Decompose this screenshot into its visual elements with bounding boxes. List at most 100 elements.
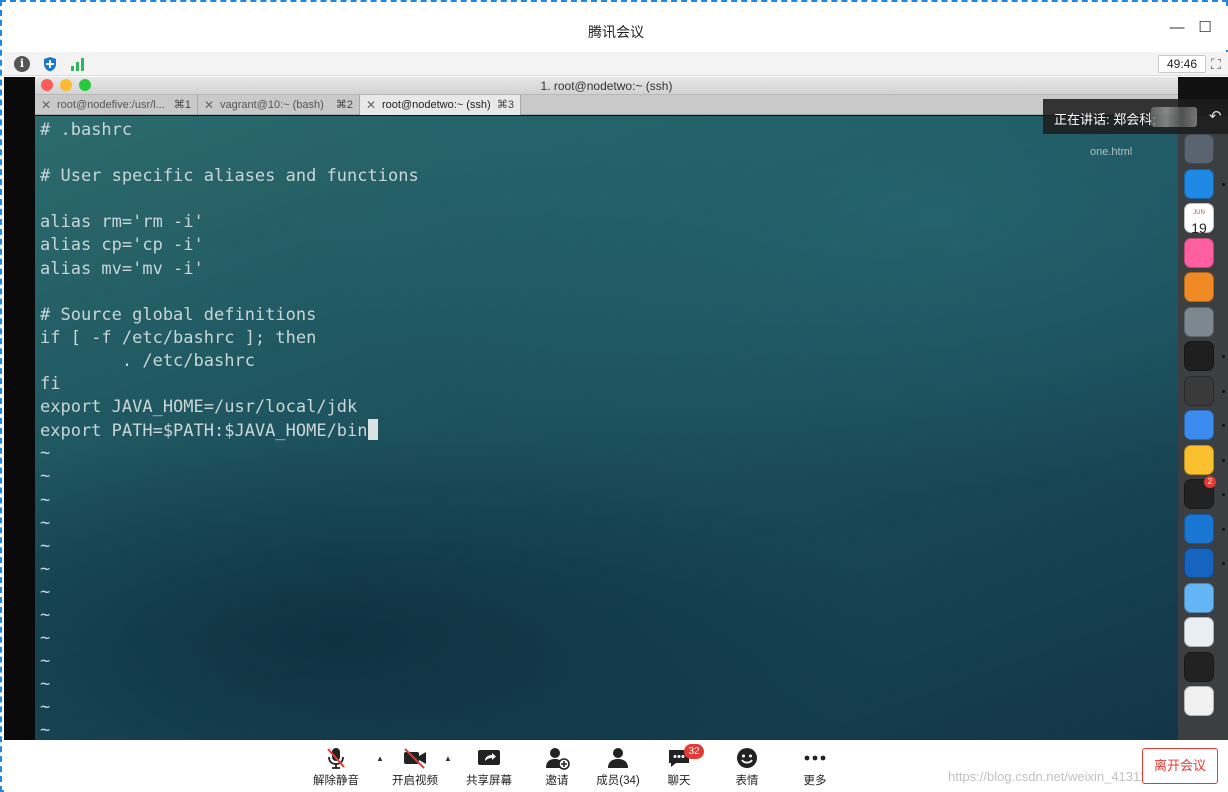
qq-badge: 2 bbox=[1204, 476, 1216, 488]
running-indicator bbox=[1222, 562, 1225, 565]
terminal-tab-bar: ✕ root@nodefive:/usr/l... ⌘1 ✕ vagrant@1… bbox=[35, 95, 1178, 115]
calendar-icon[interactable]: JUN 19 bbox=[1184, 203, 1214, 235]
members-icon bbox=[608, 748, 628, 768]
terminal-tab-3: ✕ root@nodetwo:~ (ssh) ⌘3 bbox=[360, 95, 521, 115]
maximize-button[interactable]: ☐ bbox=[1195, 18, 1215, 38]
emoji-label: 表情 bbox=[735, 775, 759, 787]
downloads-folder-icon[interactable] bbox=[1184, 582, 1214, 613]
tab-label: vagrant@10:~ (bash) bbox=[220, 99, 324, 111]
chat-button[interactable]: 32 聊天 bbox=[644, 744, 714, 790]
csdn-watermark: https://blog.csdn.net/weixin_41311626 bbox=[948, 769, 1169, 784]
terminal-line: ~ bbox=[40, 581, 51, 602]
tab-close-icon: ✕ bbox=[204, 98, 215, 112]
members-button[interactable]: 成员(34) bbox=[583, 744, 653, 790]
mac-dock: JUN 19 2 bbox=[1178, 116, 1228, 740]
system-preferences-icon[interactable] bbox=[1184, 306, 1214, 337]
feishu-icon[interactable] bbox=[1184, 410, 1214, 440]
tencent-meeting-icon[interactable] bbox=[1184, 513, 1214, 544]
itunes-icon[interactable] bbox=[1184, 237, 1214, 268]
terminal-line: # User specific aliases and functions bbox=[40, 166, 419, 187]
network-signal-icon[interactable] bbox=[70, 56, 86, 72]
terminal-line: ~ bbox=[40, 512, 51, 533]
screen-letterbox bbox=[4, 77, 35, 740]
info-icon[interactable]: i bbox=[14, 56, 30, 72]
running-indicator bbox=[1222, 355, 1225, 358]
unmute-label: 解除静音 bbox=[313, 775, 359, 787]
terminal-line: export JAVA_HOME=/usr/local/jdk bbox=[40, 397, 358, 418]
terminal-content: # .bashrc # User specific aliases and fu… bbox=[35, 116, 1178, 740]
tab-label: root@nodefive:/usr/l... bbox=[57, 99, 165, 111]
meeting-toolbar: 解除静音 ▲ 开启视频 ▲ 共享屏幕 邀请 成员(34) 32 聊天 表情 更多… bbox=[4, 740, 1228, 792]
start-video-label: 开启视频 bbox=[392, 775, 438, 787]
terminal-icon[interactable] bbox=[1184, 341, 1214, 371]
unmute-button[interactable]: 解除静音 bbox=[301, 744, 371, 790]
chrome-icon[interactable] bbox=[1184, 444, 1214, 475]
shield-icon[interactable] bbox=[42, 56, 58, 72]
window-title: 腾讯会议 bbox=[588, 24, 644, 40]
microphone-muted-icon bbox=[327, 748, 345, 769]
launchpad-icon[interactable] bbox=[1184, 134, 1214, 164]
chat-unread-badge: 32 bbox=[684, 744, 704, 759]
sublime-text-icon[interactable] bbox=[1184, 375, 1214, 406]
speaker-avatar-blur bbox=[1151, 107, 1197, 127]
active-speaker-banner: 正在讲话: 郑会科; ↶ bbox=[1043, 99, 1228, 134]
video-options-arrow[interactable]: ▲ bbox=[444, 754, 452, 763]
invite-button[interactable]: 邀请 bbox=[522, 744, 592, 790]
terminal-line: . /etc/bashrc bbox=[40, 350, 255, 371]
invite-label: 邀请 bbox=[545, 775, 569, 787]
terminal-window-title: 1. root@nodetwo:~ (ssh) bbox=[540, 79, 673, 93]
safari-icon[interactable] bbox=[1184, 168, 1214, 199]
vim-buffer: # .bashrc # User specific aliases and fu… bbox=[40, 119, 419, 740]
calendar-month: JUN bbox=[1193, 210, 1205, 216]
terminal-line: export PATH=$PATH:$JAVA_HOME/bin bbox=[40, 419, 419, 442]
ibooks-icon[interactable] bbox=[1184, 272, 1214, 302]
tab-close-icon: ✕ bbox=[366, 98, 377, 112]
running-indicator bbox=[1222, 493, 1225, 496]
desktop-file-label: one.html bbox=[1090, 146, 1133, 158]
running-indicator bbox=[1222, 527, 1225, 531]
more-button[interactable]: 更多 bbox=[780, 744, 850, 790]
tab-shortcut: ⌘3 bbox=[496, 99, 514, 111]
speaker-label: 正在讲话: 郑会科; bbox=[1054, 112, 1156, 127]
share-screen-button[interactable]: 共享屏幕 bbox=[454, 744, 524, 790]
tencent-meeting-window: 腾讯会议 — ☐ i 49:46 ⛶ 1. root@nodetwo:~ (ss… bbox=[0, 0, 1228, 792]
running-indicator bbox=[1222, 389, 1225, 393]
terminal-line: ~ bbox=[40, 443, 51, 464]
invite-user-icon bbox=[546, 748, 570, 770]
terminal-line: alias rm='rm -i' bbox=[40, 212, 204, 233]
terminal-line: # Source global definitions bbox=[40, 304, 317, 325]
meeting-timer: 49:46 bbox=[1158, 55, 1206, 73]
fullscreen-icon[interactable]: ⛶ bbox=[1211, 55, 1227, 73]
terminal-line: ~ bbox=[40, 604, 51, 625]
back-arrow-icon[interactable]: ↶ bbox=[1209, 107, 1222, 125]
share-screen-icon bbox=[478, 750, 500, 765]
shared-screen-view: 1. root@nodetwo:~ (ssh) ✕ root@nodefive:… bbox=[4, 77, 1228, 740]
window-titlebar[interactable]: 腾讯会议 — ☐ bbox=[4, 6, 1228, 50]
emoji-button[interactable]: 表情 bbox=[712, 744, 782, 790]
screenshot-thumbnail-icon[interactable] bbox=[1184, 651, 1214, 682]
terminal-line: ~ bbox=[40, 628, 51, 649]
terminal-line: ~ bbox=[40, 674, 51, 695]
terminal-line: # .bashrc bbox=[40, 120, 133, 140]
more-label: 更多 bbox=[803, 775, 827, 787]
terminal-line: ~ bbox=[40, 651, 51, 672]
start-video-button[interactable]: 开启视频 bbox=[380, 744, 450, 790]
terminal-line: ~ bbox=[40, 535, 51, 556]
terminal-tab-2: ✕ vagrant@10:~ (bash) ⌘2 bbox=[198, 95, 360, 115]
document-icon[interactable] bbox=[1184, 617, 1214, 647]
running-indicator bbox=[1222, 458, 1225, 462]
leave-meeting-button[interactable]: 离开会议 bbox=[1142, 748, 1218, 784]
screenshot-thumbnail-icon[interactable] bbox=[1184, 686, 1214, 716]
terminal-line: ~ bbox=[40, 466, 51, 487]
running-indicator bbox=[1222, 424, 1225, 427]
camera-off-icon bbox=[404, 748, 426, 769]
members-label: 成员(34) bbox=[596, 775, 640, 787]
tab-shortcut: ⌘2 bbox=[335, 99, 353, 111]
terminal-line: ~ bbox=[40, 720, 51, 740]
virtual-machine-icon[interactable] bbox=[1184, 548, 1214, 578]
minimize-button[interactable]: — bbox=[1167, 18, 1187, 38]
terminal-line: alias mv='mv -i' bbox=[40, 258, 204, 279]
